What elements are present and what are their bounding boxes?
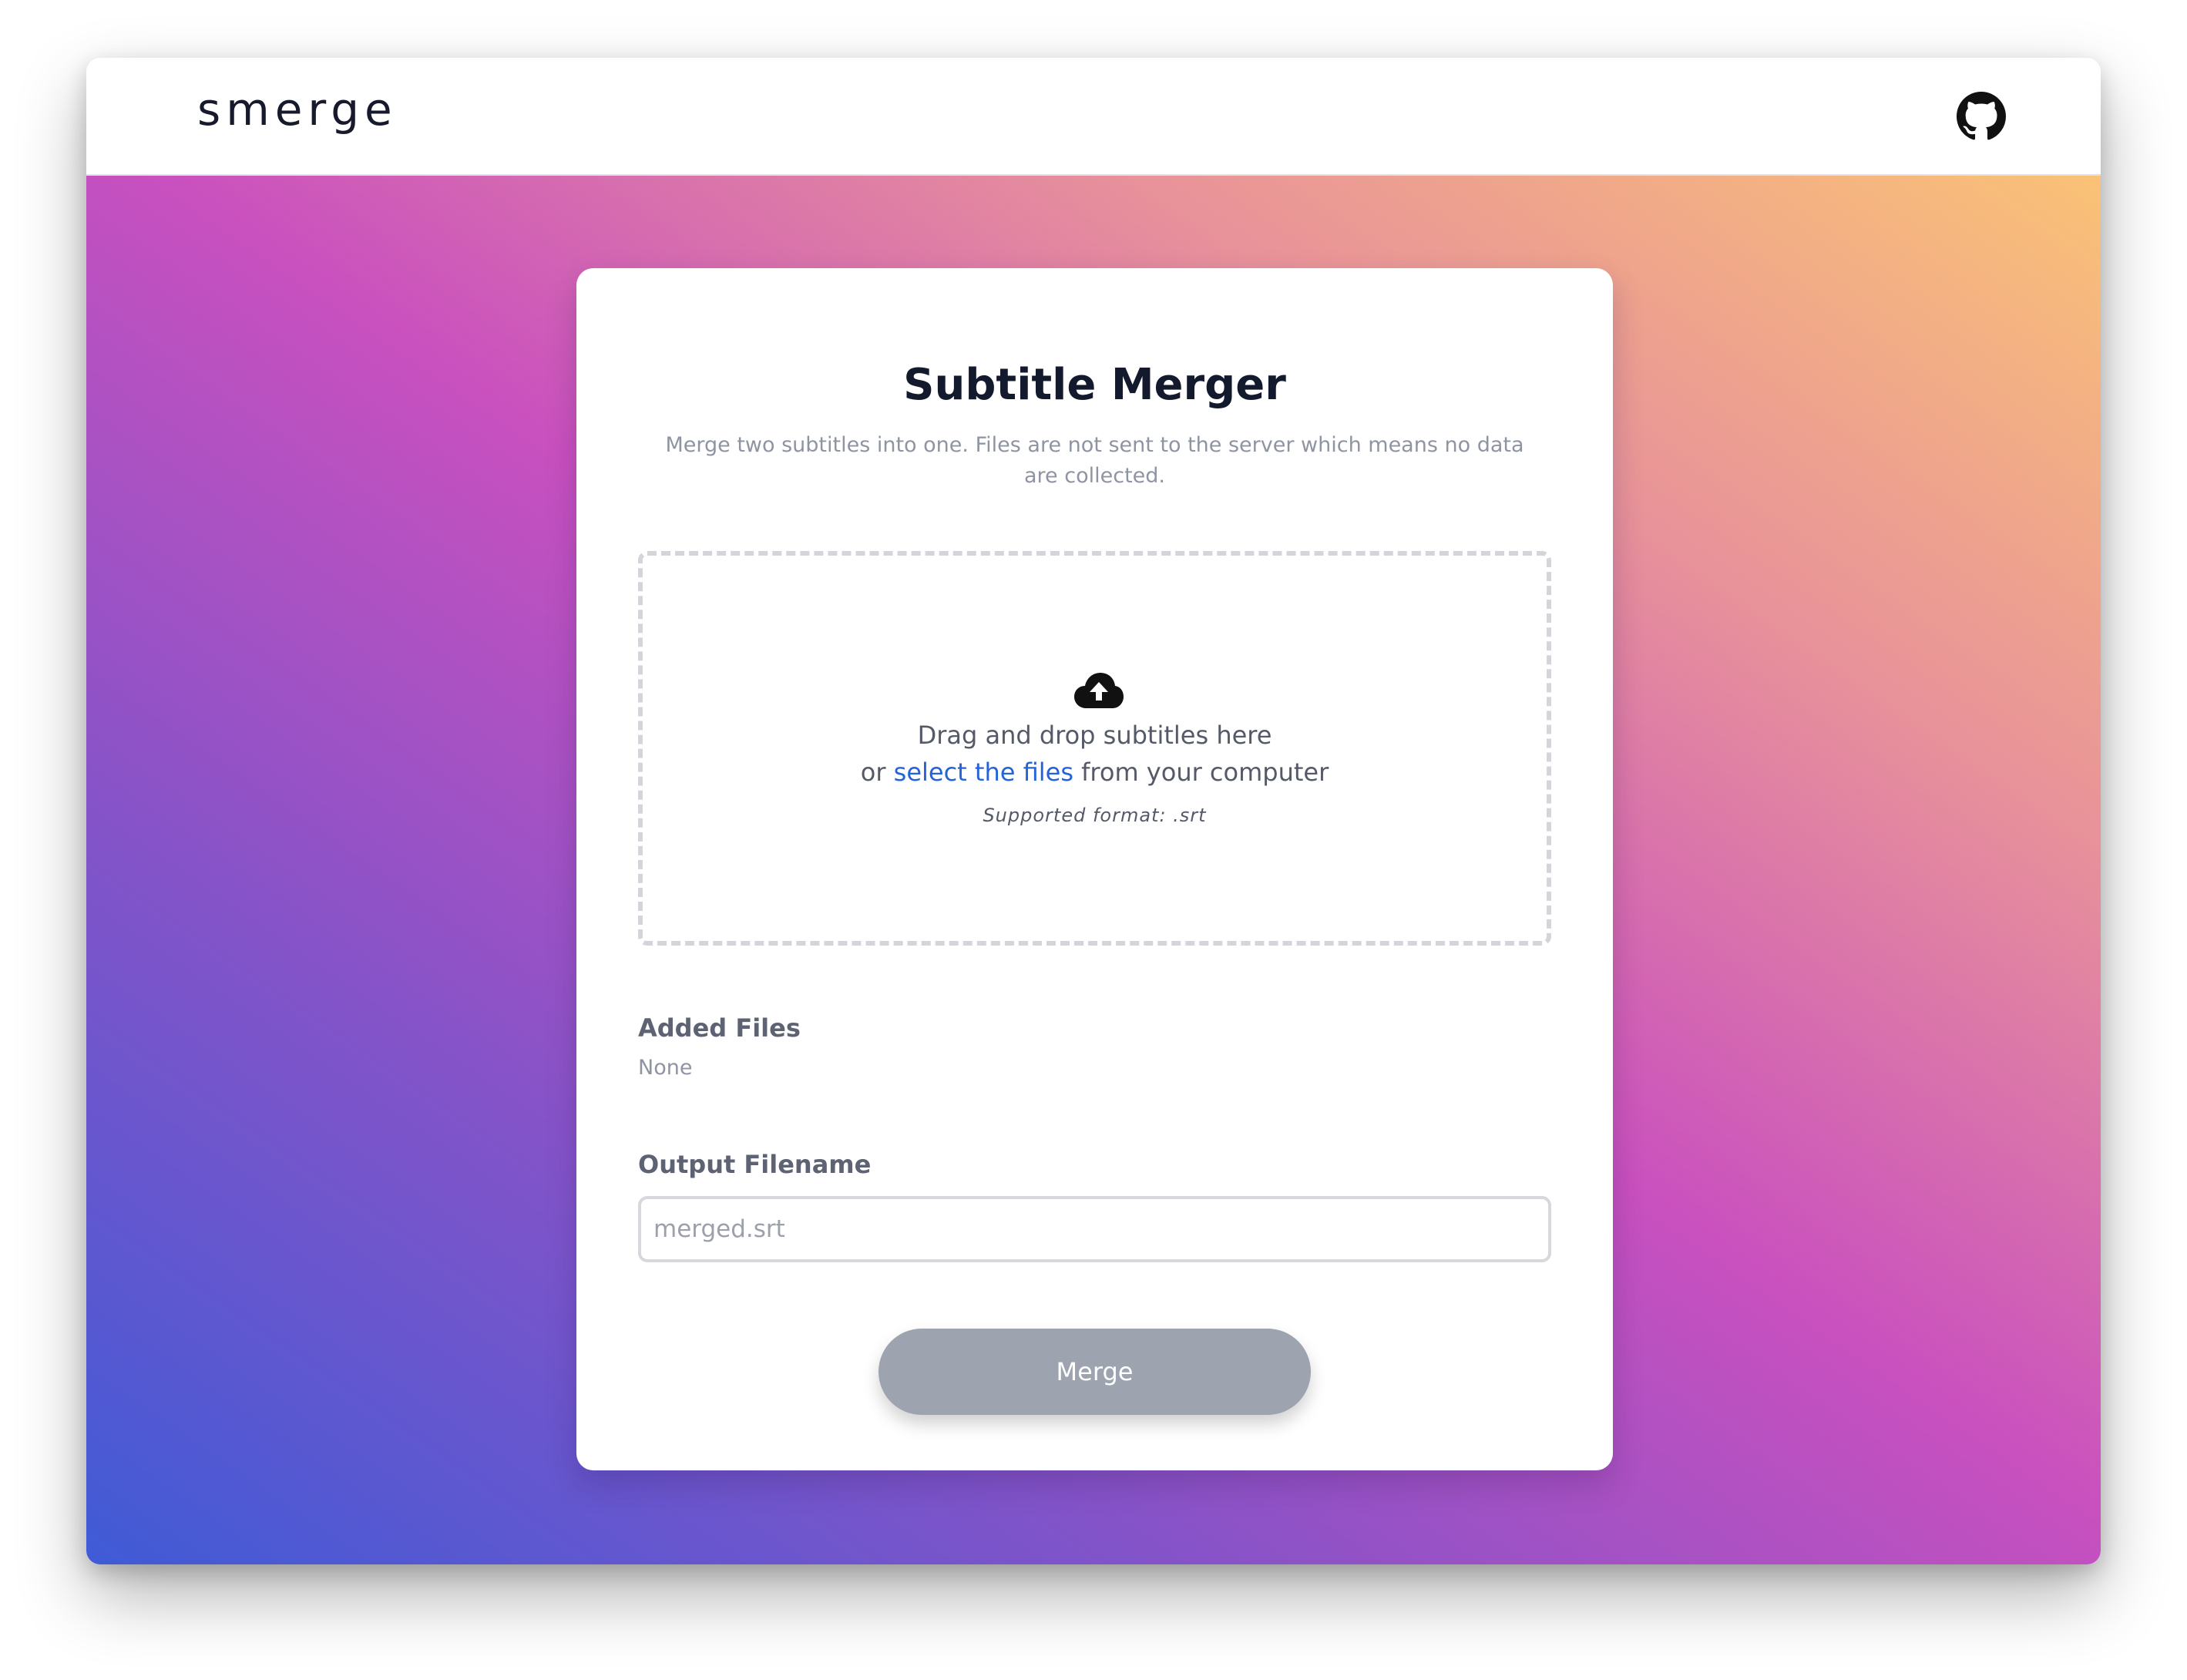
supported-format-note: Supported format: .srt: [983, 805, 1207, 826]
gradient-background: Subtitle Merger Merge two subtitles into…: [86, 176, 2101, 1564]
file-dropzone[interactable]: Drag and drop subtitles here or select t…: [638, 551, 1551, 946]
app-logo[interactable]: smerge: [197, 87, 398, 132]
merge-button[interactable]: Merge: [878, 1329, 1311, 1415]
select-files-link[interactable]: select the files: [894, 758, 1073, 787]
github-icon[interactable]: [1957, 92, 2006, 141]
output-filename-label: Output Filename: [638, 1150, 872, 1179]
added-files-value: None: [638, 1056, 693, 1080]
added-files-label: Added Files: [638, 1013, 801, 1043]
github-icon-graphic: [1957, 92, 2006, 140]
output-filename-input[interactable]: [638, 1196, 1551, 1262]
dropzone-suffix: from your computer: [1081, 758, 1329, 787]
page-description: Merge two subtitles into one. Files are …: [665, 433, 1524, 488]
cloud-upload-icon-graphic: [1074, 673, 1124, 708]
dropzone-prefix: or: [860, 758, 886, 787]
dropzone-alternative: or select the files from your computer: [643, 754, 1547, 790]
top-navbar: smerge: [86, 58, 2101, 176]
cloud-upload-icon: [1073, 671, 1125, 710]
browser-window: smerge Subtitle Merger Merge two subtitl…: [86, 58, 2101, 1564]
merger-card: Subtitle Merger Merge two subtitles into…: [576, 268, 1613, 1470]
page-title: Subtitle Merger: [903, 360, 1286, 410]
dropzone-instruction: Drag and drop subtitles here: [917, 721, 1272, 750]
